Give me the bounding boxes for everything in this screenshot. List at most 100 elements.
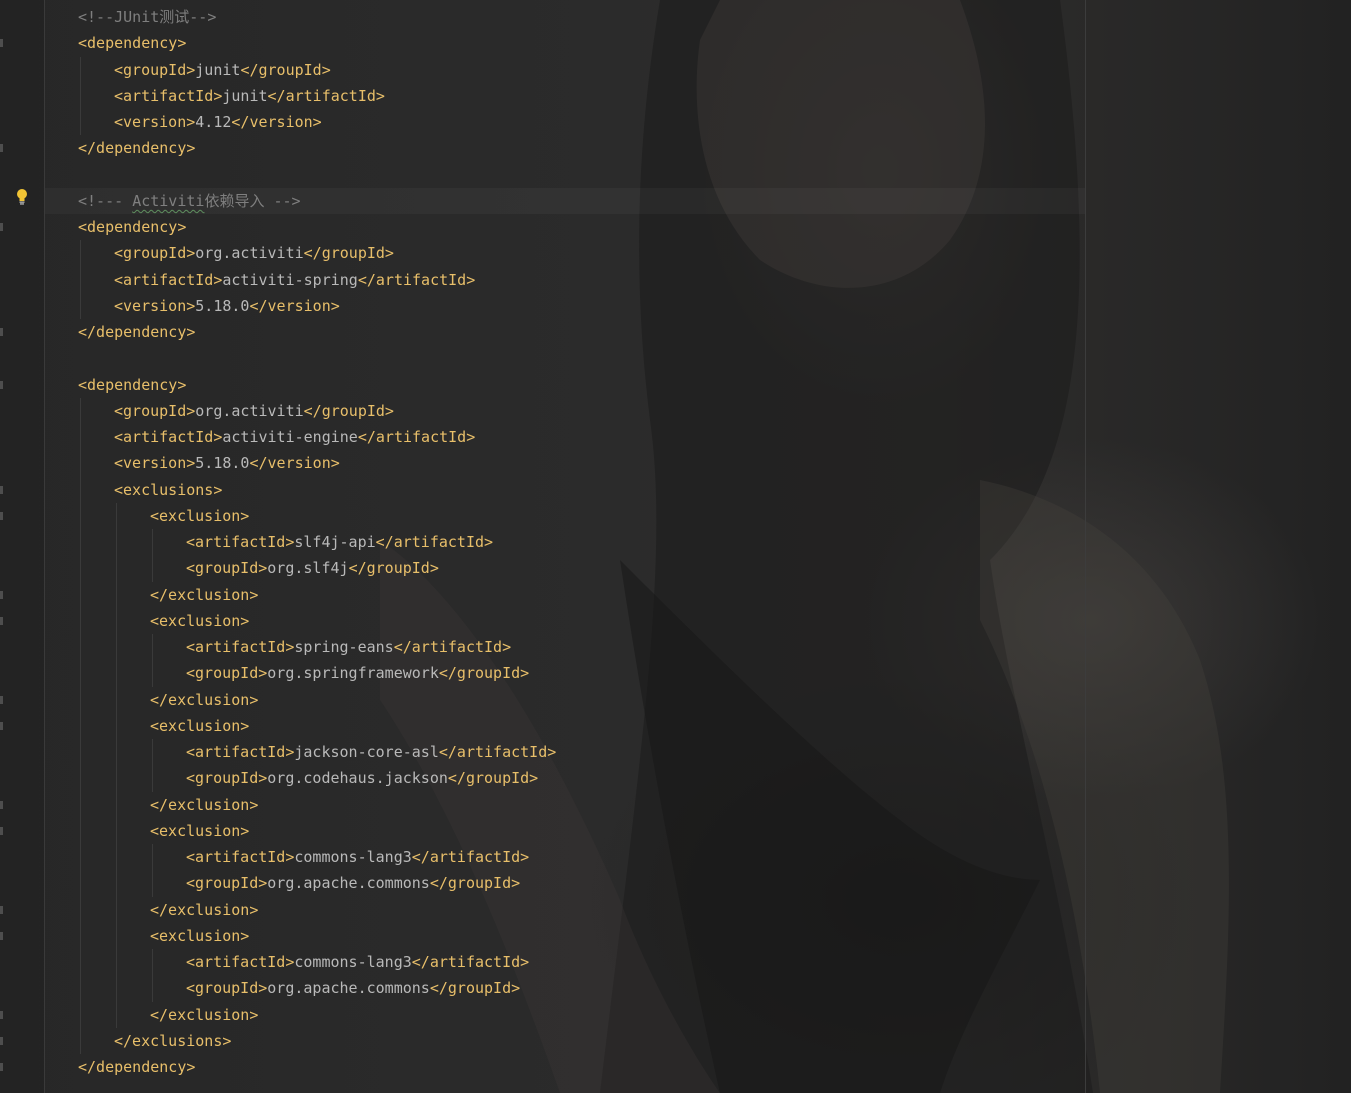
- code-line[interactable]: <exclusion>: [60, 503, 556, 529]
- xml-text: junit: [195, 60, 241, 79]
- code-line[interactable]: <groupId>org.activiti</groupId>: [60, 398, 556, 424]
- code-line[interactable]: </exclusions>: [60, 1028, 556, 1054]
- code-line[interactable]: <exclusion>: [60, 818, 556, 844]
- xml-text: org.springframework: [267, 664, 439, 683]
- right-margin-guide: [1085, 0, 1086, 1093]
- xml-tag: </artifactId>: [375, 533, 494, 551]
- code-line[interactable]: <groupId>junit</groupId>: [60, 57, 556, 83]
- code-line[interactable]: <artifactId>activiti-spring</artifactId>: [60, 267, 556, 293]
- code-line[interactable]: <groupId>org.slf4j</groupId>: [60, 555, 556, 581]
- xml-tag: <exclusion>: [150, 821, 250, 840]
- fold-marker[interactable]: [0, 485, 3, 494]
- code-line[interactable]: </exclusion>: [60, 687, 556, 713]
- code-line[interactable]: </exclusion>: [60, 792, 556, 818]
- fold-marker[interactable]: [0, 39, 3, 48]
- code-line[interactable]: <groupId>org.apache.commons</groupId>: [60, 870, 556, 896]
- xml-tag: <exclusions>: [114, 480, 223, 499]
- code-line[interactable]: <version>5.18.0</version>: [60, 450, 556, 476]
- xml-text: org.slf4j: [267, 559, 349, 578]
- code-line[interactable]: <dependency>: [60, 372, 556, 398]
- fold-marker[interactable]: [0, 144, 3, 153]
- code-line[interactable]: <exclusion>: [60, 608, 556, 634]
- xml-tag: </artifactId>: [357, 428, 476, 446]
- xml-text: 5.18.0: [195, 454, 250, 473]
- xml-tag: </groupId>: [303, 244, 394, 263]
- code-line[interactable]: <groupId>org.codehaus.jackson</groupId>: [60, 765, 556, 791]
- code-line[interactable]: [60, 345, 556, 371]
- code-line[interactable]: </dependency>: [60, 1054, 556, 1080]
- fold-marker[interactable]: [0, 800, 3, 809]
- code-line[interactable]: </exclusion>: [60, 582, 556, 608]
- code-line[interactable]: <artifactId>junit</artifactId>: [60, 83, 556, 109]
- xml-tag: <artifactId>: [114, 428, 223, 446]
- fold-marker[interactable]: [0, 1063, 3, 1071]
- fold-marker[interactable]: [0, 1010, 3, 1019]
- xml-text: org.activiti: [195, 401, 304, 420]
- code-line[interactable]: <artifactId>commons-lang3</artifactId>: [60, 949, 556, 975]
- code-line[interactable]: <artifactId>jackson-core-asl</artifactId…: [60, 739, 556, 765]
- code-line[interactable]: <exclusions>: [60, 477, 556, 503]
- xml-tag: </exclusion>: [150, 690, 259, 709]
- xml-tag: </exclusion>: [150, 585, 259, 604]
- fold-marker[interactable]: [0, 695, 3, 704]
- xml-tag: <artifactId>: [186, 638, 295, 656]
- xml-tag: </exclusions>: [114, 1031, 232, 1050]
- code-line[interactable]: <groupId>org.apache.commons</groupId>: [60, 975, 556, 1001]
- code-editor[interactable]: <!--JUnit测试--> <dependency> <groupId>junit…: [0, 0, 1351, 1093]
- code-line[interactable]: </exclusion>: [60, 1002, 556, 1028]
- editor-gutter[interactable]: [0, 0, 45, 1093]
- fold-marker[interactable]: [0, 328, 3, 336]
- xml-tag: <exclusion>: [150, 611, 250, 630]
- xml-tag: </groupId>: [429, 979, 521, 998]
- fold-marker[interactable]: [0, 721, 3, 730]
- code-area[interactable]: <!--JUnit测试--> <dependency> <groupId>junit…: [60, 4, 556, 1080]
- code-line[interactable]: <dependency>: [60, 30, 556, 56]
- code-line[interactable]: <version>5.18.0</version>: [60, 293, 556, 319]
- xml-comment: 依赖导入 -->: [204, 191, 301, 210]
- xml-tag: </dependency>: [78, 323, 196, 341]
- code-line[interactable]: [60, 162, 556, 188]
- code-line[interactable]: <artifactId>commons-lang3</artifactId>: [60, 844, 556, 870]
- fold-marker[interactable]: [0, 826, 3, 835]
- code-line[interactable]: </exclusion>: [60, 897, 556, 923]
- fold-marker[interactable]: [0, 1036, 3, 1045]
- code-line[interactable]: <artifactId>spring-eans</artifactId>: [60, 634, 556, 660]
- code-line[interactable]: <!--JUnit测试-->: [60, 4, 556, 30]
- xml-text: spring-eans: [294, 638, 394, 656]
- xml-tag: </artifactId>: [393, 638, 512, 656]
- fold-marker[interactable]: [0, 616, 3, 625]
- code-line[interactable]: </dependency>: [60, 319, 556, 345]
- fold-marker[interactable]: [0, 511, 3, 520]
- xml-tag: <dependency>: [78, 34, 187, 53]
- fold-marker[interactable]: [0, 931, 3, 940]
- xml-text: 4.12: [195, 113, 232, 131]
- code-line[interactable]: <!--- Activiti依赖导入 -->: [60, 188, 556, 214]
- code-line[interactable]: <version>4.12</version>: [60, 109, 556, 135]
- code-line[interactable]: <artifactId>activiti-engine</artifactId>: [60, 424, 556, 450]
- xml-tag: <groupId>: [114, 401, 196, 420]
- xml-tag: </groupId>: [438, 664, 530, 683]
- fold-marker[interactable]: [0, 905, 3, 914]
- code-line[interactable]: </dependency>: [60, 135, 556, 161]
- xml-text: commons-lang3: [294, 848, 412, 866]
- fold-marker[interactable]: [0, 590, 3, 599]
- code-line[interactable]: <groupId>org.activiti</groupId>: [60, 240, 556, 266]
- code-line[interactable]: <artifactId>slf4j-api</artifactId>: [60, 529, 556, 555]
- code-line[interactable]: <dependency>: [60, 214, 556, 240]
- xml-tag: </groupId>: [447, 769, 539, 788]
- xml-comment: <!---: [78, 191, 133, 210]
- xml-tag: </version>: [231, 113, 322, 131]
- fold-marker[interactable]: [0, 223, 3, 231]
- fold-marker[interactable]: [0, 380, 3, 389]
- lightbulb-icon[interactable]: [15, 188, 29, 206]
- xml-tag: </groupId>: [240, 60, 331, 79]
- xml-tag: <groupId>: [114, 60, 196, 79]
- code-line[interactable]: <groupId>org.springframework</groupId>: [60, 660, 556, 686]
- xml-tag: <artifactId>: [186, 953, 295, 971]
- code-line[interactable]: <exclusion>: [60, 713, 556, 739]
- xml-text: org.apache.commons: [267, 874, 430, 893]
- xml-tag: <groupId>: [186, 559, 268, 578]
- code-line[interactable]: <exclusion>: [60, 923, 556, 949]
- xml-tag: <artifactId>: [114, 270, 223, 289]
- xml-text: jackson-core-asl: [294, 743, 439, 761]
